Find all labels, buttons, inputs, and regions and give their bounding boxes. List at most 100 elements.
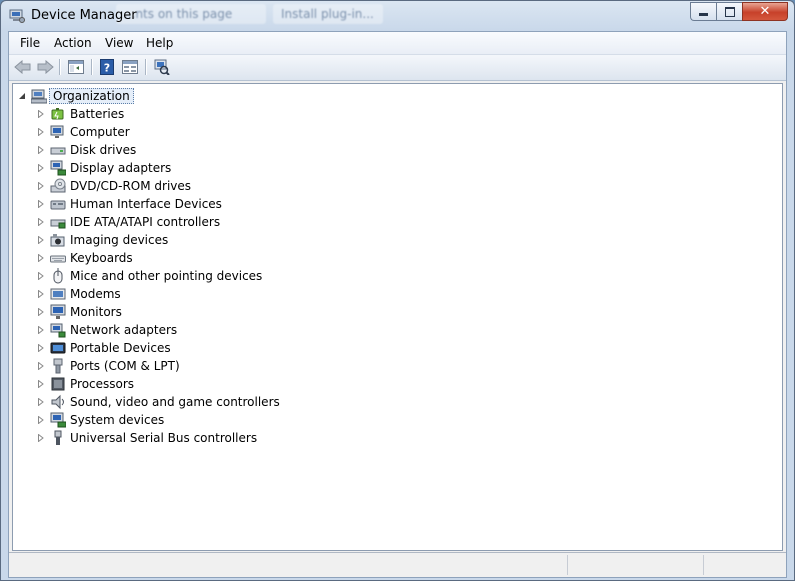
close-icon: ✕ <box>759 4 771 19</box>
tree-item-human-interface-devices[interactable]: Human Interface Devices <box>36 195 222 212</box>
back-button[interactable] <box>13 59 31 75</box>
port-icon <box>50 358 66 374</box>
ide-controller-icon <box>50 214 66 230</box>
tree-item-label: Processors <box>70 376 135 391</box>
expand-arrow-icon[interactable] <box>36 343 46 353</box>
tree-item-processors[interactable]: Processors <box>36 375 134 392</box>
expand-arrow-icon[interactable] <box>36 361 46 371</box>
forward-arrow-icon <box>37 60 54 74</box>
close-button[interactable]: ✕ <box>742 2 788 21</box>
device-manager-window: ...nts on this page Install plug-in... D… <box>0 0 795 581</box>
maximize-button[interactable] <box>716 2 742 21</box>
tree-item-label: Disk drives <box>70 142 137 157</box>
tree-item-label: Display adapters <box>70 160 172 175</box>
expand-arrow-icon[interactable] <box>36 253 46 263</box>
tree-item-universal-serial-bus-controllers[interactable]: Universal Serial Bus controllers <box>36 429 257 446</box>
tree-item-label: Portable Devices <box>70 340 171 355</box>
minimize-icon <box>699 13 708 16</box>
help-button[interactable]: ? <box>98 59 116 75</box>
expand-arrow-icon[interactable] <box>36 379 46 389</box>
minimize-button[interactable] <box>690 2 716 21</box>
monitor-icon <box>50 304 66 320</box>
expand-arrow-icon[interactable] <box>36 109 46 119</box>
expand-arrow-icon[interactable] <box>36 415 46 425</box>
tree-item-label: Batteries <box>70 106 125 121</box>
tree-item-modems[interactable]: Modems <box>36 285 121 302</box>
tree-item-computer[interactable]: Computer <box>36 123 130 140</box>
properties-button[interactable] <box>121 59 139 75</box>
background-ghost-text-2: Install plug-in... <box>273 4 383 24</box>
system-device-icon <box>50 412 67 428</box>
computer-root-icon <box>30 88 48 104</box>
tree-item-monitors[interactable]: Monitors <box>36 303 122 320</box>
menu-help[interactable]: Help <box>146 36 173 50</box>
expand-arrow-icon[interactable] <box>36 235 46 245</box>
expand-arrow-icon[interactable] <box>36 181 46 191</box>
expand-arrow-icon[interactable] <box>36 397 46 407</box>
toolbar: ? <box>9 55 786 81</box>
tree-item-ports-com-lpt[interactable]: Ports (COM & LPT) <box>36 357 180 374</box>
expand-arrow-icon[interactable] <box>36 163 46 173</box>
tree-item-ide-ata-atapi-controllers[interactable]: IDE ATA/ATAPI controllers <box>36 213 220 230</box>
status-bar <box>9 552 786 577</box>
status-pane-divider-1 <box>567 555 568 575</box>
tree-item-label: Human Interface Devices <box>70 196 222 211</box>
menu-file[interactable]: File <box>20 36 40 50</box>
help-icon: ? <box>100 59 114 75</box>
menu-view[interactable]: View <box>105 36 133 50</box>
maximize-icon <box>724 6 735 17</box>
title-bar[interactable]: ...nts on this page Install plug-in... D… <box>1 1 794 31</box>
expand-arrow-icon[interactable] <box>36 217 46 227</box>
expand-arrow-icon[interactable] <box>36 325 46 335</box>
tree-item-label: Universal Serial Bus controllers <box>70 430 258 445</box>
expand-arrow-icon[interactable] <box>36 271 46 281</box>
tree-item-label: Mice and other pointing devices <box>70 268 263 283</box>
portable-device-icon <box>50 340 66 356</box>
expand-arrow-icon[interactable] <box>36 127 46 137</box>
expand-arrow-icon[interactable] <box>36 199 46 209</box>
tree-item-label: Sound, video and game controllers <box>70 394 280 409</box>
window-title: Device Manager <box>31 8 137 23</box>
collapse-arrow-icon[interactable] <box>17 91 27 101</box>
tree-item-disk-drives[interactable]: Disk drives <box>36 141 136 158</box>
tree-item-batteries[interactable]: Batteries <box>36 105 124 122</box>
tree-item-keyboards[interactable]: Keyboards <box>36 249 133 266</box>
tree-item-portable-devices[interactable]: Portable Devices <box>36 339 171 356</box>
expand-arrow-icon[interactable] <box>36 145 46 155</box>
tree-item-label: Computer <box>70 124 130 139</box>
hid-icon <box>50 196 66 212</box>
tree-item-imaging-devices[interactable]: Imaging devices <box>36 231 168 248</box>
keyboard-icon <box>50 250 66 266</box>
show-hide-console-tree-button[interactable] <box>67 59 85 75</box>
tree-item-mice-and-other-pointing-devices[interactable]: Mice and other pointing devices <box>36 267 262 284</box>
expand-arrow-icon[interactable] <box>36 289 46 299</box>
expand-arrow-icon[interactable] <box>36 433 46 443</box>
forward-button[interactable] <box>36 59 54 75</box>
toolbar-separator <box>91 59 93 75</box>
properties-icon <box>122 60 138 74</box>
tree-item-network-adapters[interactable]: Network adapters <box>36 321 177 338</box>
device-manager-app-icon <box>9 9 25 23</box>
expand-arrow-icon[interactable] <box>36 307 46 317</box>
tree-root-organization[interactable]: Organization <box>17 87 134 104</box>
tree-item-label: Monitors <box>70 304 122 319</box>
tree-item-label: DVD/CD-ROM drives <box>70 178 192 193</box>
tree-item-display-adapters[interactable]: Display adapters <box>36 159 171 176</box>
menu-action[interactable]: Action <box>54 36 92 50</box>
tree-item-sound-video-and-game-controllers[interactable]: Sound, video and game controllers <box>36 393 280 410</box>
background-ghost-text-1: ...nts on this page <box>116 4 266 24</box>
show-hide-console-tree-icon <box>68 60 84 74</box>
tree-item-system-devices[interactable]: System devices <box>36 411 164 428</box>
dvd-drive-icon <box>50 178 66 194</box>
computer-icon <box>50 124 66 140</box>
battery-icon <box>50 106 66 122</box>
camera-icon <box>50 232 66 248</box>
disk-drive-icon <box>50 142 66 158</box>
scan-hardware-button[interactable] <box>152 59 170 75</box>
tree-item-label: IDE ATA/ATAPI controllers <box>70 214 221 229</box>
device-tree[interactable]: Organization Batteries Computer Disk drive… <box>12 83 783 551</box>
usb-icon <box>50 430 66 446</box>
tree-item-dvd-cd-rom-drives[interactable]: DVD/CD-ROM drives <box>36 177 191 194</box>
toolbar-separator <box>145 59 147 75</box>
network-adapter-icon <box>50 322 66 338</box>
